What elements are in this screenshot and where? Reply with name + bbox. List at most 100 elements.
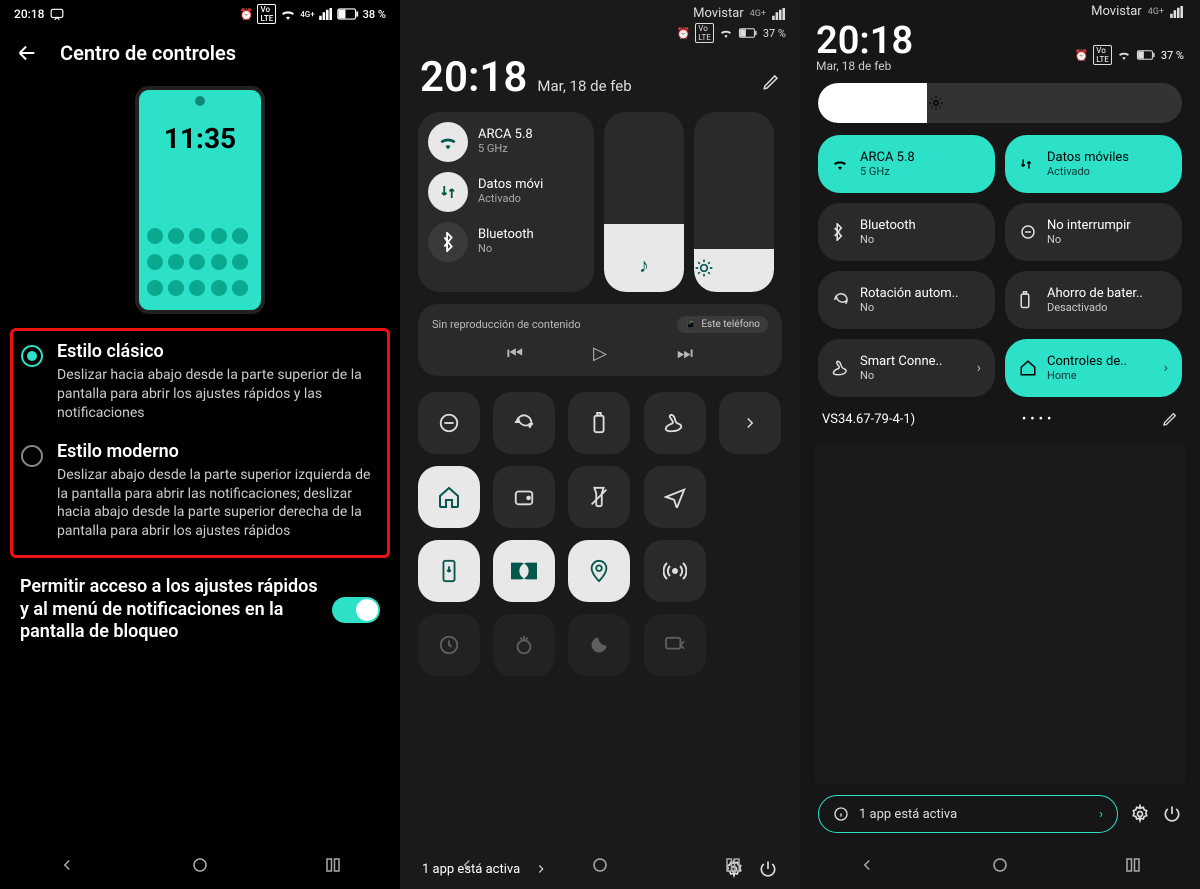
style-modern-option[interactable]: Estilo moderno Deslizar abajo desde la p… [21,441,379,542]
connectivity-stack: ARCA 5.85 GHz Datos móviActivado Bluetoo… [418,112,594,292]
page-title: Centro de controles [60,41,236,65]
battery-saver-tile[interactable]: Ahorro de bater..Desactivado [1005,271,1182,329]
toggle-on[interactable] [332,597,380,623]
qs-dim-1[interactable] [418,614,480,676]
flashlight-tile[interactable] [568,466,630,528]
brightness-slider[interactable] [694,112,774,292]
volume-slider[interactable]: ♪ [604,112,684,292]
smart-tile[interactable] [644,392,706,454]
status-time: 20:18 [14,7,44,21]
radio-unselected[interactable] [21,445,43,467]
carrier-row: Movistar 4G+ [400,0,800,21]
rotation-tile[interactable] [493,392,555,454]
clock: 20:18 [816,19,913,63]
active-apps-chip[interactable]: 1 app está activa › [818,795,1118,833]
qs-grid [400,376,800,676]
style-options-highlight: Estilo clásico Deslizar hacia abajo desd… [10,328,390,558]
bluetooth-icon [428,222,468,262]
net-badge: 4G+ [1148,7,1164,17]
power-icon[interactable] [1162,804,1182,824]
preview: 11:35 [0,78,400,328]
play-icon[interactable]: ▷ [593,343,607,364]
style-classic-option[interactable]: Estilo clásico Deslizar hacia abajo desd… [21,341,379,423]
chevron-tile[interactable] [719,392,781,454]
brightness-icon [927,94,945,112]
nav-home-icon[interactable] [989,854,1011,876]
alarm-icon: ⏰ [240,8,254,21]
edit-icon[interactable] [762,73,780,91]
bt-tile[interactable]: BluetoothNo [818,203,995,261]
music-note-icon: ♪ [604,253,684,278]
info-icon [833,806,849,822]
message-icon [50,8,64,20]
wifi-name: ARCA 5.8 [478,128,533,143]
style-modern-title: Estilo moderno [57,441,379,462]
style-classic-desc: Deslizar hacia abajo desde la parte supe… [57,366,379,423]
media-output-chip[interactable]: 📱 Este teléfono [677,316,768,333]
dolby-tile[interactable] [493,540,555,602]
battery-icon [337,8,359,20]
brightness-icon [694,258,774,278]
nav-back-icon[interactable] [856,854,878,876]
notifications-placeholder [814,443,1186,785]
airplane-tile[interactable] [644,466,706,528]
brightness-slider[interactable] [818,83,1182,123]
tile-grid: ARCA 5.85 GHz Datos móvilesActivado Blue… [800,135,1200,397]
wifi-icon [832,158,850,170]
media-player[interactable]: Sin reproducción de contenido 📱 Este tel… [418,304,782,376]
next-icon[interactable]: ⏭ [677,343,693,364]
data-pill[interactable]: Datos móviActivado [428,172,584,212]
radio-selected[interactable] [21,345,43,367]
media-empty-text: Sin reproducción de contenido [432,318,581,331]
edit-icon[interactable] [1162,411,1178,427]
nav-recent-icon[interactable] [1122,854,1144,876]
chevron-right-icon: › [977,360,981,376]
back-icon[interactable] [16,42,38,64]
wifi-tile[interactable]: ARCA 5.85 GHz [818,135,995,193]
wifi-pill[interactable]: ARCA 5.85 GHz [428,122,584,162]
nav-back-icon[interactable] [56,854,78,876]
bt-sub: No [478,243,534,256]
location-tile[interactable] [568,540,630,602]
home-tile[interactable] [418,466,480,528]
smart-icon [832,359,850,377]
data-tile[interactable]: Datos móvilesActivado [1005,135,1182,193]
nav-bar [400,841,800,889]
nav-home-icon[interactable] [589,854,611,876]
net-badge: 4G+ [300,10,314,19]
net-badge: 4G+ [750,9,766,19]
dnd-tile[interactable]: No interrumpirNo [1005,203,1182,261]
battery-icon [1019,291,1037,309]
nav-recent-icon[interactable] [722,854,744,876]
battery-pct: 37 % [763,27,786,40]
prev-icon[interactable]: ⏮ [507,343,523,364]
battery-pct: 37 % [1161,49,1184,62]
nav-recent-icon[interactable] [322,854,344,876]
style-classic-title: Estilo clásico [57,341,379,362]
settings-icon[interactable] [1130,804,1150,824]
home-controls-tile[interactable]: Controles de..Home › [1005,339,1182,397]
qs-dim-3[interactable] [568,614,630,676]
ssid-text: VS34.67-79-4-1) [822,412,915,427]
nav-back-icon[interactable] [456,854,478,876]
wallet-tile[interactable] [493,466,555,528]
quick-settings-classic: Movistar 4G+ 20:18 Mar, 18 de feb ⏰ VoLT… [800,0,1200,889]
battery-pct: 38 % [363,8,386,21]
style-modern-desc: Deslizar abajo desde la parte superior i… [57,466,379,542]
dnd-tile[interactable] [418,392,480,454]
battery-tile[interactable] [568,392,630,454]
hotspot-tile[interactable] [644,540,706,602]
data-icon [428,172,468,212]
chevron-right-icon: › [1164,360,1168,376]
bt-pill[interactable]: BluetoothNo [428,222,584,262]
qs-dim-2[interactable] [493,614,555,676]
rotation-tile[interactable]: Rotación autom..No [818,271,995,329]
qs-dim-4[interactable] [644,614,706,676]
dnd-icon [1019,223,1037,241]
lockscreen-toggle-row[interactable]: Permitir acceso a los ajustes rápidos y … [0,558,400,644]
nav-home-icon[interactable] [189,854,211,876]
wifi-icon [719,28,733,38]
wifi-icon [1117,50,1131,60]
download-tile[interactable] [418,540,480,602]
smart-connect-tile[interactable]: Smart Conne..No › [818,339,995,397]
